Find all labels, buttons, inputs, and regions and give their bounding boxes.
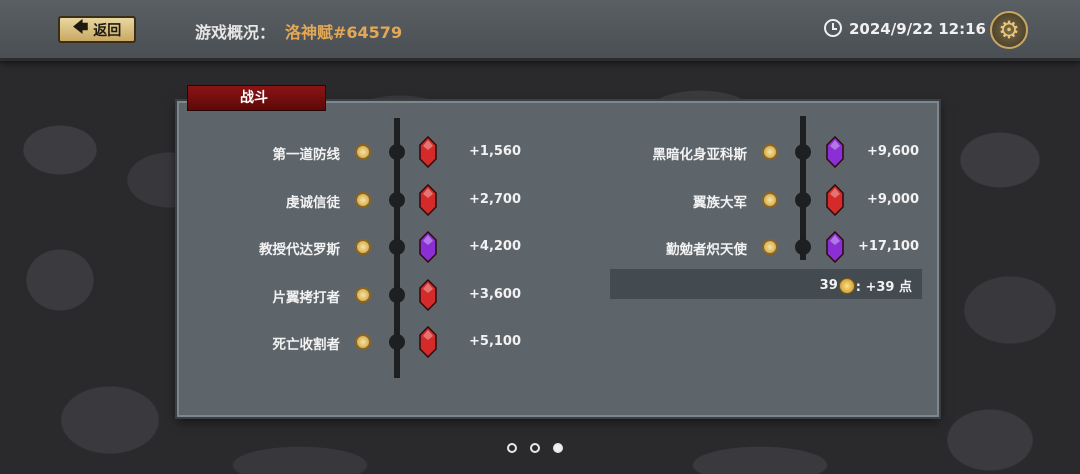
- boss-badge-icon: [355, 286, 371, 303]
- boss-badge-icon: [762, 191, 778, 208]
- boss-points: +9,000: [866, 191, 919, 207]
- summary-bar: 39 : +39 点: [610, 269, 922, 299]
- boss-badge-icon: [355, 334, 371, 350]
- page-dot[interactable]: [553, 443, 563, 453]
- timeline-node: [389, 286, 405, 303]
- boss-row: 黑暗化身亚科斯 +9,600: [0, 135, 1080, 169]
- boss-points: +9,600: [866, 144, 919, 159]
- tab-battle[interactable]: 战斗: [187, 85, 326, 111]
- gear-icon: ⚙: [998, 16, 1020, 44]
- summary-count: 39: [819, 278, 838, 293]
- timeline-node: [795, 191, 811, 208]
- game-name: 洛神赋#64579: [285, 23, 403, 42]
- summary-text: 39 : +39 点: [820, 276, 912, 295]
- boss-points: +3,600: [469, 286, 522, 302]
- summary-points: : +39 点: [855, 280, 912, 295]
- page-dot[interactable]: [530, 443, 540, 453]
- purple-gem-icon: [825, 230, 845, 264]
- game-datetime: 2024/9/22 12:16: [849, 20, 986, 38]
- boss-name: 黑暗化身亚科斯: [652, 147, 748, 163]
- boss-row: 勤勉者炽天使 +17,100: [0, 230, 1080, 264]
- clock-icon: [824, 19, 842, 37]
- back-label: 返回: [93, 22, 122, 39]
- purple-gem-icon: [825, 135, 845, 169]
- page-dot[interactable]: [507, 443, 517, 453]
- top-bar: 🡄 返回 游戏概况： 洛神赋#64579 2024/9/22 12:16 ⚙: [0, 0, 1080, 61]
- boss-name: 勤勉者炽天使: [666, 242, 747, 258]
- back-button[interactable]: 🡄 返回: [58, 16, 136, 43]
- boss-row: 死亡收割者 +5,100: [0, 325, 1080, 359]
- boss-points: +5,100: [469, 334, 522, 349]
- boss-row: 翼族大军 +9,000: [0, 183, 1080, 216]
- boss-name: 死亡收割者: [272, 337, 341, 353]
- timeline-node: [795, 239, 811, 255]
- page-title-label: 游戏概况：: [195, 23, 276, 42]
- boss-badge-icon: [762, 144, 778, 160]
- timeline-node: [389, 334, 405, 350]
- boss-name: 翼族大军: [693, 194, 747, 211]
- page-indicator: [507, 443, 563, 453]
- boss-points: +17,100: [857, 239, 919, 254]
- coin-icon: [838, 277, 855, 294]
- timeline-node: [795, 144, 811, 160]
- boss-name: 片翼拷打者: [272, 289, 341, 306]
- red-gem-icon: [418, 278, 438, 311]
- back-arrow-icon: 🡄: [72, 18, 89, 36]
- boss-badge-icon: [762, 239, 778, 255]
- red-gem-icon: [418, 325, 438, 359]
- settings-gear-button[interactable]: ⚙: [990, 11, 1028, 49]
- red-gem-icon: [825, 183, 845, 216]
